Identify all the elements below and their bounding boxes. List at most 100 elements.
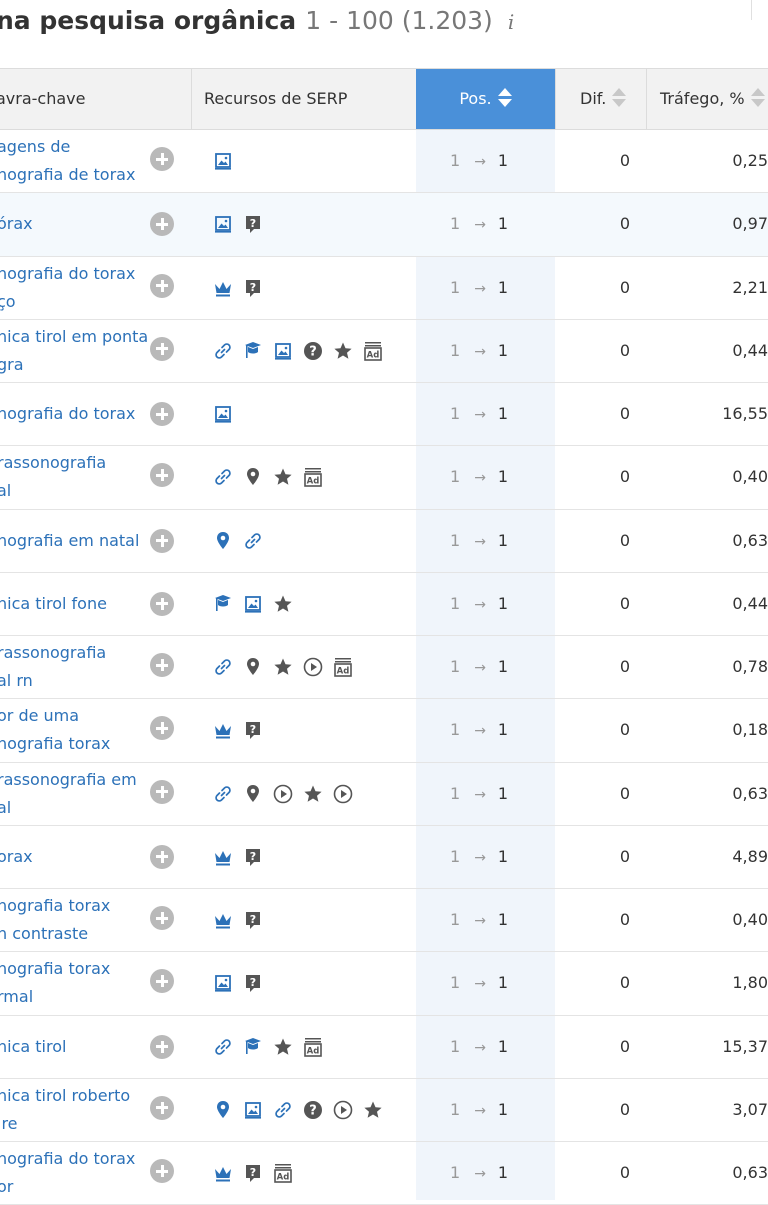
add-to-list-icon[interactable] xyxy=(150,147,174,171)
faq-icon[interactable]: ? xyxy=(242,213,264,235)
keyword-link[interactable]: nografia do torax xyxy=(0,383,147,445)
crown-icon[interactable] xyxy=(212,277,234,299)
add-to-list-icon[interactable] xyxy=(150,1095,174,1120)
add-to-list-icon[interactable] xyxy=(150,463,174,488)
faq-icon[interactable]: ? xyxy=(242,972,264,994)
keyword-link[interactable]: nica tirol fone xyxy=(0,573,147,635)
question-icon[interactable]: ? xyxy=(302,1099,324,1121)
ad-icon[interactable]: Ad xyxy=(302,466,324,488)
column-traffic[interactable]: Tráfego, % xyxy=(660,69,768,129)
keyword-link[interactable]: orax xyxy=(0,826,147,888)
keyword-link[interactable]: nica tirol xyxy=(0,1016,147,1078)
image-icon[interactable] xyxy=(212,972,234,994)
keyword-link[interactable]: nografia torax n contraste xyxy=(0,889,147,951)
table-row: rassonografia em al 1 → 1 0 0,63 xyxy=(0,763,768,826)
star-icon[interactable] xyxy=(362,1099,384,1121)
column-difficulty[interactable]: Dif. xyxy=(580,69,646,129)
faq-icon[interactable]: ? xyxy=(242,719,264,741)
faq-icon[interactable]: ? xyxy=(242,846,264,868)
crown-icon[interactable] xyxy=(212,909,234,931)
star-icon[interactable] xyxy=(272,593,294,615)
image-icon[interactable] xyxy=(212,403,234,425)
video-play-icon[interactable] xyxy=(272,783,294,805)
academic-cap-icon[interactable] xyxy=(212,593,234,615)
location-pin-icon[interactable] xyxy=(242,656,264,678)
star-icon[interactable] xyxy=(302,783,324,805)
link-icon[interactable] xyxy=(212,466,234,488)
column-position[interactable]: Pos. xyxy=(416,69,555,129)
difference-value: 0 xyxy=(619,973,631,993)
column-keyword[interactable]: avra-chave xyxy=(0,69,188,129)
question-icon[interactable]: ? xyxy=(302,340,324,362)
location-pin-icon[interactable] xyxy=(242,783,264,805)
location-pin-icon[interactable] xyxy=(242,466,264,488)
ad-icon[interactable]: Ad xyxy=(272,1162,294,1184)
keyword-link[interactable]: agens de nografia de torax xyxy=(0,130,147,192)
add-to-list-icon[interactable] xyxy=(150,273,174,298)
add-to-list-icon[interactable] xyxy=(150,1159,174,1183)
star-icon[interactable] xyxy=(272,656,294,678)
keyword-line: al xyxy=(0,481,12,501)
video-play-icon[interactable] xyxy=(332,783,354,805)
video-play-icon[interactable] xyxy=(302,656,324,678)
crown-icon[interactable] xyxy=(212,846,234,868)
academic-cap-icon[interactable] xyxy=(242,1036,264,1058)
link-icon[interactable] xyxy=(212,1036,234,1058)
location-pin-icon[interactable] xyxy=(212,1099,234,1121)
image-icon[interactable] xyxy=(212,213,234,235)
add-to-list-icon[interactable] xyxy=(150,653,174,677)
image-icon[interactable] xyxy=(242,593,264,615)
crown-icon[interactable] xyxy=(212,719,234,741)
image-icon[interactable] xyxy=(272,340,294,362)
keyword-link[interactable]: rassonografia al rn xyxy=(0,636,147,698)
image-icon[interactable] xyxy=(212,150,234,172)
keyword-link[interactable]: nica tirol roberto ire xyxy=(0,1079,147,1141)
keyword-link[interactable]: rassonografia em al xyxy=(0,763,147,825)
ad-icon[interactable]: Ad xyxy=(302,1036,324,1058)
info-icon[interactable]: i xyxy=(508,10,514,34)
keyword-link[interactable]: rassonografia al xyxy=(0,446,147,508)
link-icon[interactable] xyxy=(212,656,234,678)
ad-icon[interactable]: Ad xyxy=(332,656,354,678)
add-to-list-icon[interactable] xyxy=(150,779,174,804)
keyword-link[interactable]: órax xyxy=(0,193,147,255)
add-to-list-icon[interactable] xyxy=(150,844,174,869)
add-to-list-icon[interactable] xyxy=(150,402,174,426)
keyword-link[interactable]: nografia do torax ço xyxy=(0,257,147,319)
star-icon[interactable] xyxy=(272,466,294,488)
image-icon[interactable] xyxy=(242,1099,264,1121)
keyword-line: rassonografia xyxy=(0,643,107,662)
ad-icon[interactable]: Ad xyxy=(362,340,384,362)
position-change: 1 → 1 xyxy=(450,320,508,382)
star-icon[interactable] xyxy=(332,340,354,362)
traffic-percent: 0,63 xyxy=(732,783,768,803)
keyword-link[interactable]: or de uma nografia torax xyxy=(0,699,147,761)
add-to-list-icon[interactable] xyxy=(150,1034,174,1059)
add-to-list-icon[interactable] xyxy=(150,336,174,361)
crown-icon[interactable] xyxy=(212,1162,234,1184)
faq-icon[interactable]: ? xyxy=(242,909,264,931)
previous-position: 1 xyxy=(450,783,461,803)
add-to-list-icon[interactable] xyxy=(150,716,174,741)
star-icon[interactable] xyxy=(272,1036,294,1058)
link-icon[interactable] xyxy=(242,530,264,552)
traffic-percent: 0,97 xyxy=(732,214,768,234)
keyword-link[interactable]: nografia em natal xyxy=(0,510,147,572)
location-pin-icon[interactable] xyxy=(212,530,234,552)
add-to-list-icon[interactable] xyxy=(150,212,174,237)
add-to-list-icon[interactable] xyxy=(150,591,174,616)
link-icon[interactable] xyxy=(272,1099,294,1121)
link-icon[interactable] xyxy=(212,783,234,805)
academic-cap-icon[interactable] xyxy=(242,340,264,362)
keyword-link[interactable]: nografia torax rmal xyxy=(0,952,147,1014)
add-to-list-icon[interactable] xyxy=(150,906,174,930)
keyword-link[interactable]: nica tirol em ponta gra xyxy=(0,320,147,382)
keyword-link[interactable]: nografia do torax or xyxy=(0,1142,147,1204)
faq-icon[interactable]: ? xyxy=(242,1162,264,1184)
link-icon[interactable] xyxy=(212,340,234,362)
add-to-list-icon[interactable] xyxy=(150,528,174,553)
video-play-icon[interactable] xyxy=(332,1099,354,1121)
add-to-list-icon[interactable] xyxy=(150,969,174,994)
keyword-table-body: agens de nografia de torax 1 → 1 0 0,25 órax? 1 →… xyxy=(0,130,768,1205)
faq-icon[interactable]: ? xyxy=(242,277,264,299)
